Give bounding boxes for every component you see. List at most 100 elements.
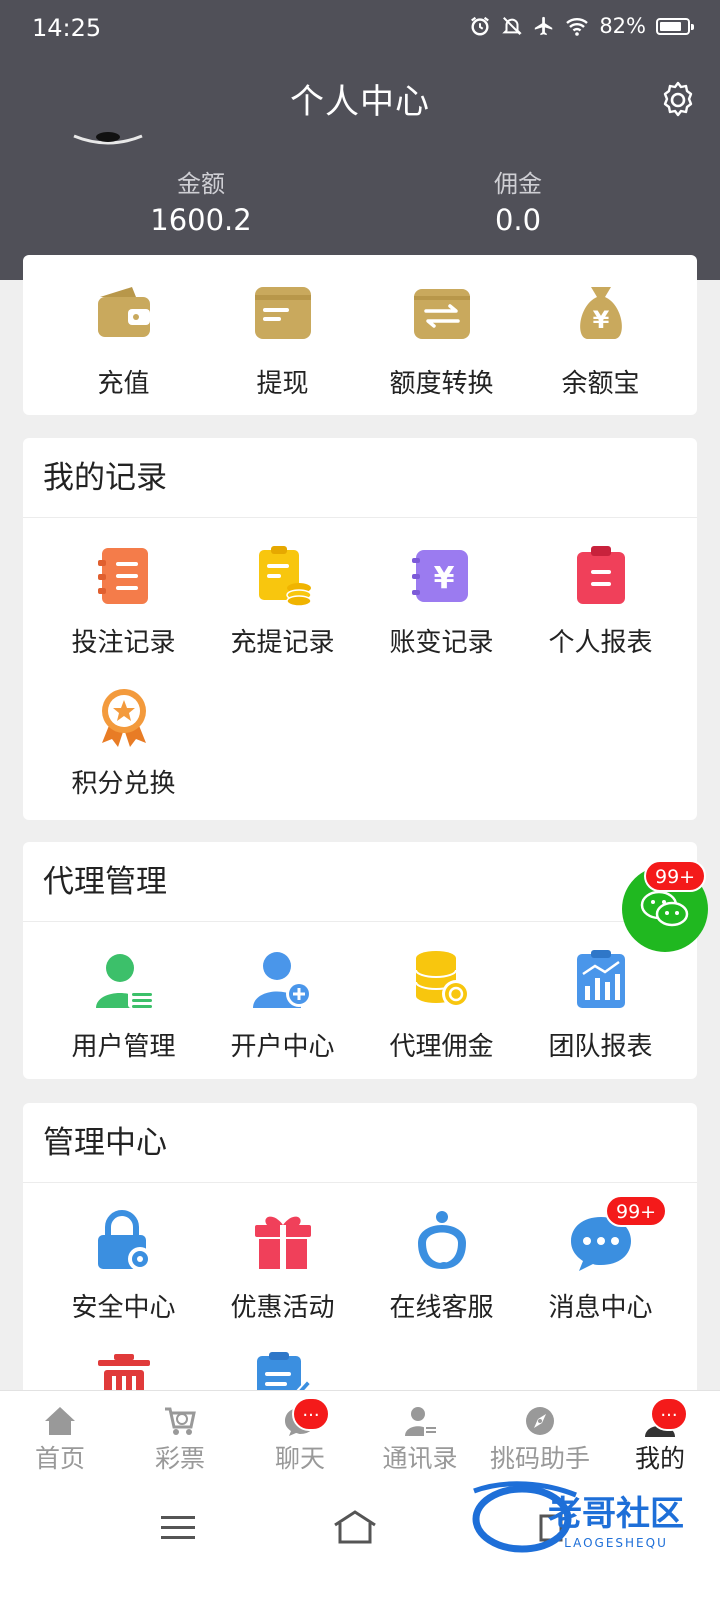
points-medal-icon [101, 689, 146, 747]
airplane-icon [535, 16, 553, 36]
balance-label: 金额 [177, 170, 225, 198]
tab-contacts[interactable]: 通讯录 [360, 1391, 480, 1483]
personal-report-icon [576, 546, 625, 604]
promotions-label: 优惠活动 [230, 1293, 335, 1323]
deposit-record-button[interactable]: 充提记录 [203, 518, 362, 659]
agent-title: 代理管理 [23, 842, 697, 922]
home-icon [45, 1407, 75, 1435]
customer-service-label: 在线客服 [389, 1293, 494, 1323]
records-card: 我的记录 投注记录 充提记录 ¥ 账变记录 个人报表 积分兑换 [23, 438, 697, 820]
message-center-badge: 99+ [605, 1195, 668, 1227]
wifi-icon [566, 18, 589, 36]
withdraw-card-icon [254, 287, 311, 339]
mute-bell-icon [502, 17, 523, 35]
management-title: 管理中心 [23, 1103, 697, 1183]
agent-card: 代理管理 用户管理 开户中心 代理佣金 团队报表 [23, 842, 697, 1079]
tab-contacts-label: 通讯录 [382, 1444, 458, 1473]
commission-value: 0.0 [494, 203, 542, 237]
customer-service-button[interactable]: 在线客服 [362, 1183, 521, 1324]
floating-chat-button[interactable]: 99+ [622, 860, 708, 952]
tab-chat-badge: ... [292, 1397, 330, 1431]
watermark-subtext: LAOGESHEQU [564, 1536, 668, 1550]
tab-pick-assistant-label: 挑码助手 [489, 1444, 590, 1473]
wallet-icon [97, 287, 150, 337]
account-change-icon: ¥ [411, 550, 468, 602]
alarm-icon [471, 16, 490, 36]
settings-button[interactable] [656, 78, 700, 122]
status-time: 14:25 [32, 14, 102, 42]
records-title: 我的记录 [23, 438, 697, 518]
promotions-button[interactable]: 优惠活动 [203, 1183, 362, 1324]
user-manage-icon [95, 954, 152, 1008]
tab-mine-badge: ... [650, 1397, 688, 1431]
tab-lottery[interactable]: 彩票 [120, 1391, 240, 1483]
withdraw-label: 提现 [256, 369, 309, 399]
status-icons: 82% [469, 14, 694, 38]
bottom-nav: 首页 彩票 ... 聊天 通讯录 挑码助手 ... 我的 老哥社区 LAOGES… [0, 1390, 720, 1600]
message-center-button[interactable]: 99+ 消息中心 [521, 1183, 680, 1324]
money-bag-icon: ¥ [579, 287, 622, 339]
yuebao-button[interactable]: ¥ 余额宝 [521, 255, 680, 415]
profile-header: 14:25 82% 个人中心 金额 1600.2 佣金 0.0 [0, 0, 720, 280]
message-center-label: 消息中心 [548, 1293, 653, 1323]
tab-home-label: 首页 [34, 1444, 85, 1473]
tab-lottery-label: 彩票 [154, 1444, 205, 1473]
commission-label: 佣金 [494, 170, 542, 198]
tab-chat-label: 聊天 [274, 1444, 325, 1473]
watermark-logo: 老哥社区 LAOGESHEQU [472, 1481, 684, 1553]
security-center-button[interactable]: 安全中心 [44, 1183, 203, 1324]
compass-icon [526, 1407, 554, 1435]
transfer-button[interactable]: 额度转换 [362, 255, 521, 415]
transfer-icon [413, 289, 470, 339]
floating-chat-badge: 99+ [644, 860, 707, 892]
home-nav-icon[interactable] [332, 1509, 378, 1545]
coins-icon [414, 951, 470, 1008]
balance-summary[interactable]: 金额 1600.2 [91, 164, 311, 237]
gear-icon [663, 81, 693, 117]
battery-percent: 82% [599, 14, 646, 38]
tab-mine[interactable]: ... 我的 [600, 1391, 720, 1483]
lottery-cart-icon [165, 1407, 196, 1435]
points-exchange-label: 积分兑换 [71, 769, 176, 799]
open-account-button[interactable]: 开户中心 [203, 922, 362, 1063]
account-change-button[interactable]: ¥ 账变记录 [362, 518, 521, 659]
page-title: 个人中心 [290, 82, 430, 122]
deposit-record-label: 充提记录 [230, 628, 335, 658]
user-manage-button[interactable]: 用户管理 [44, 922, 203, 1063]
tab-pick-assistant[interactable]: 挑码助手 [480, 1391, 600, 1483]
avatar[interactable] [72, 128, 144, 148]
add-user-icon [252, 952, 312, 1008]
yuebao-label: 余额宝 [561, 369, 640, 399]
watermark-text: 老哥社区 [548, 1494, 684, 1534]
customer-service-icon [417, 1211, 466, 1269]
tab-mine-label: 我的 [634, 1444, 685, 1473]
account-change-label: 账变记录 [389, 628, 494, 658]
user-manage-label: 用户管理 [71, 1032, 176, 1062]
deposit-record-icon [258, 546, 312, 607]
wechat-icon [640, 890, 689, 927]
team-report-icon [576, 950, 625, 1008]
status-bar: 14:25 82% [0, 0, 720, 58]
team-report-label: 团队报表 [548, 1032, 653, 1062]
quick-actions-card: 充值 提现 额度转换 ¥ 余额宝 [23, 255, 697, 415]
points-exchange-button[interactable]: 积分兑换 [44, 659, 203, 800]
open-account-label: 开户中心 [230, 1032, 335, 1062]
bet-record-label: 投注记录 [71, 628, 176, 658]
svg-text:¥: ¥ [592, 306, 609, 334]
tab-home[interactable]: 首页 [0, 1391, 120, 1483]
personal-report-button[interactable]: 个人报表 [521, 518, 680, 659]
lock-gear-icon [97, 1210, 152, 1271]
personal-report-label: 个人报表 [548, 628, 653, 658]
management-card: 管理中心 安全中心 优惠活动 在线客服 99+ 消息中心 [23, 1103, 697, 1423]
bet-record-button[interactable]: 投注记录 [44, 518, 203, 659]
tab-chat[interactable]: ... 聊天 [240, 1391, 360, 1483]
recharge-button[interactable]: 充值 [44, 255, 203, 415]
commission-summary[interactable]: 佣金 0.0 [408, 164, 628, 237]
battery-fill [660, 21, 681, 31]
menu-icon[interactable] [161, 1515, 195, 1541]
security-center-label: 安全中心 [71, 1293, 176, 1323]
withdraw-button[interactable]: 提现 [203, 255, 362, 415]
contacts-icon [405, 1407, 436, 1436]
agent-commission-button[interactable]: 代理佣金 [362, 922, 521, 1063]
gift-icon [254, 1216, 311, 1269]
